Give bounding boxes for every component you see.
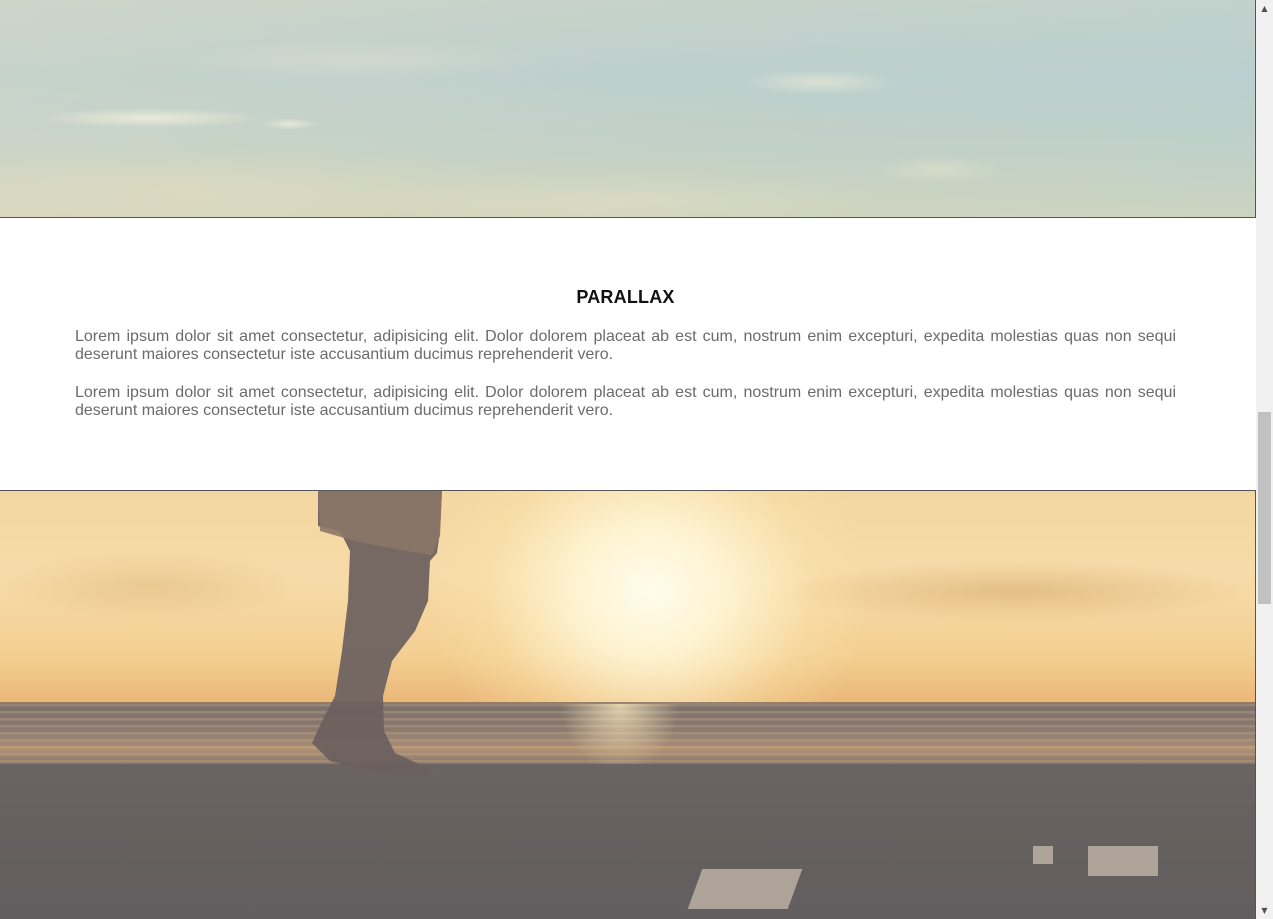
walker-silhouette bbox=[312, 491, 442, 777]
content-area: PARALLAX Lorem ipsum dolor sit amet cons… bbox=[0, 0, 1256, 919]
sky-parallax-image bbox=[0, 0, 1256, 218]
parallax-text-section: PARALLAX Lorem ipsum dolor sit amet cons… bbox=[0, 218, 1256, 490]
beach-parallax-image bbox=[0, 490, 1256, 919]
scrollbar-thumb[interactable] bbox=[1258, 412, 1271, 604]
scroll-up-icon[interactable]: ▲ bbox=[1256, 0, 1273, 17]
paragraph-2: Lorem ipsum dolor sit amet consectetur, … bbox=[75, 384, 1176, 419]
scroll-down-icon[interactable]: ▼ bbox=[1256, 902, 1273, 919]
section-title: PARALLAX bbox=[576, 287, 675, 307]
paragraph-1: Lorem ipsum dolor sit amet consectetur, … bbox=[75, 328, 1176, 363]
vertical-scrollbar[interactable]: ▲ ▼ bbox=[1256, 0, 1273, 919]
page: PARALLAX Lorem ipsum dolor sit amet cons… bbox=[0, 0, 1273, 919]
